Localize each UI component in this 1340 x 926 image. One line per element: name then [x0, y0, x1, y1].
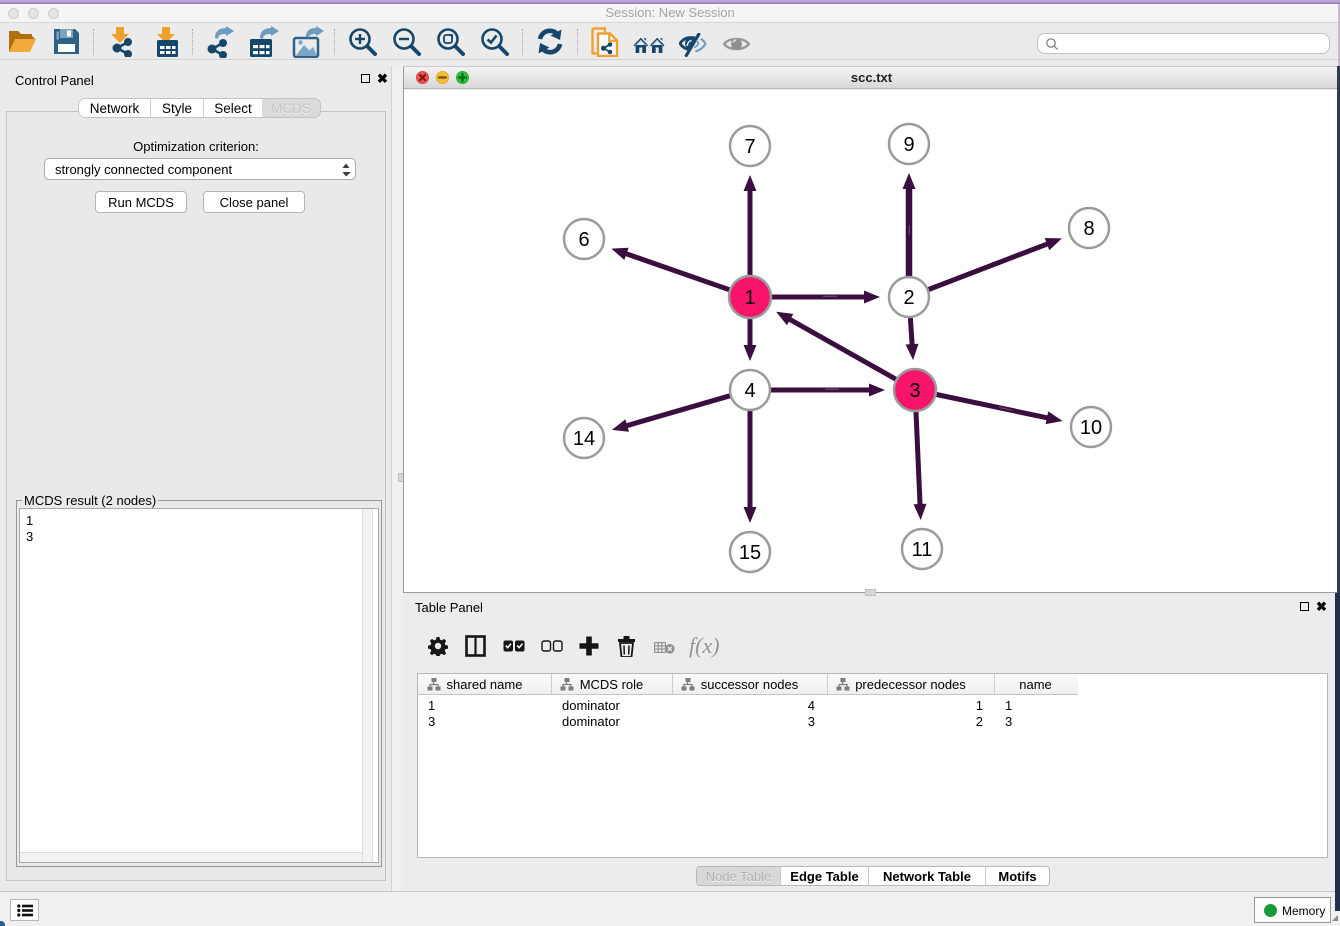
svg-text:2: 2 [903, 287, 914, 309]
svg-text:6: 6 [578, 229, 589, 251]
svg-text:7: 7 [744, 136, 755, 158]
svg-text:15: 15 [739, 542, 761, 564]
svg-text:8: 8 [1083, 218, 1094, 240]
svg-text:3: 3 [909, 380, 920, 402]
svg-text:11: 11 [912, 539, 933, 561]
svg-text:1: 1 [744, 287, 755, 309]
svg-text:9: 9 [903, 134, 914, 156]
svg-text:4: 4 [744, 380, 755, 402]
svg-text:14: 14 [573, 428, 595, 450]
svg-text:10: 10 [1080, 417, 1102, 439]
